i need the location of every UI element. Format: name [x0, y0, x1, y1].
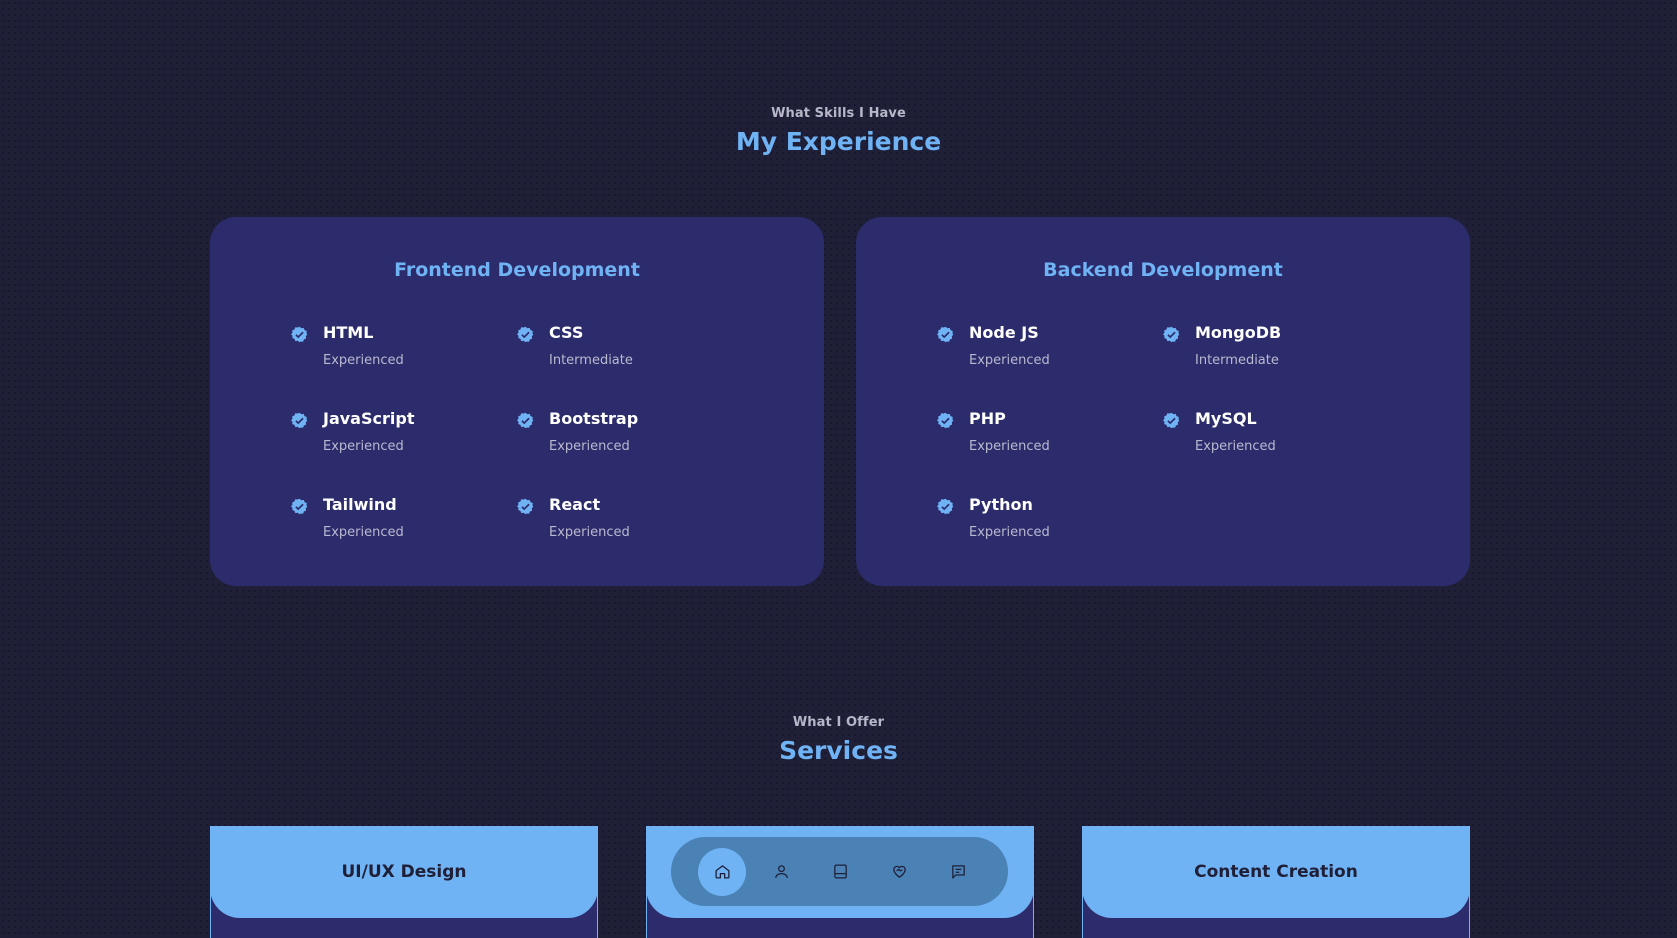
skill-item: Bootstrap Experienced	[517, 404, 717, 464]
experience-subtitle: What Skills I Have	[771, 106, 906, 121]
skill-level: Experienced	[1195, 439, 1276, 454]
user-icon	[774, 865, 788, 878]
nav-experience-button[interactable]	[816, 848, 864, 896]
skill-level: Intermediate	[549, 353, 633, 368]
skill-level: Intermediate	[1195, 353, 1279, 368]
verified-badge-icon	[517, 498, 534, 515]
skill-name: Tailwind	[323, 495, 397, 514]
floating-nav-bar	[671, 837, 1008, 906]
service-card-header	[646, 826, 1034, 918]
skill-item: React Experienced	[517, 490, 717, 550]
service-title: UI/UX Design	[341, 862, 467, 882]
message-icon	[951, 865, 965, 879]
skill-name: Node JS	[969, 323, 1039, 342]
service-card-content-creation: Content Creation	[1082, 826, 1470, 938]
nav-contact-button[interactable]	[934, 848, 982, 896]
skill-level: Experienced	[323, 353, 404, 368]
home-icon	[714, 865, 730, 879]
skill-name: CSS	[549, 323, 584, 342]
skill-item: Node JS Experienced	[937, 318, 1137, 378]
skill-item: MongoDB Intermediate	[1163, 318, 1363, 378]
service-card-header: Content Creation	[1082, 826, 1470, 918]
verified-badge-icon	[291, 326, 308, 343]
frontend-card: Frontend Development HTML Experienced CS…	[210, 217, 824, 586]
skill-item: HTML Experienced	[291, 318, 491, 378]
skill-level: Experienced	[323, 525, 404, 540]
skill-name: PHP	[969, 409, 1006, 428]
services-header: What I Offer Services	[0, 715, 1677, 765]
experience-header: What Skills I Have My Experience	[0, 106, 1677, 156]
service-title: Content Creation	[1194, 862, 1358, 882]
skill-level: Experienced	[323, 439, 404, 454]
nav-home-button[interactable]	[698, 847, 746, 896]
services-title: Services	[779, 736, 898, 765]
verified-badge-icon	[937, 412, 954, 429]
skill-item: Python Experienced	[937, 490, 1137, 550]
skill-item: CSS Intermediate	[517, 318, 717, 378]
skill-name: HTML	[323, 323, 374, 342]
skill-item: PHP Experienced	[937, 404, 1137, 464]
skill-level: Experienced	[549, 439, 630, 454]
book-icon	[833, 864, 847, 879]
skill-level: Experienced	[969, 353, 1050, 368]
heart-handshake-icon	[892, 865, 906, 878]
skill-name: MySQL	[1195, 409, 1257, 428]
verified-badge-icon	[291, 412, 308, 429]
skill-name: React	[549, 495, 601, 514]
service-card-uiux: UI/UX Design	[210, 826, 598, 938]
skill-level: Experienced	[969, 439, 1050, 454]
backend-title: Backend Development	[1043, 259, 1283, 281]
skill-item: MySQL Experienced	[1163, 404, 1363, 464]
skill-name: Python	[969, 495, 1033, 514]
verified-badge-icon	[1163, 326, 1180, 343]
skill-item: Tailwind Experienced	[291, 490, 491, 550]
frontend-title: Frontend Development	[394, 259, 640, 281]
verified-badge-icon	[291, 498, 308, 515]
verified-badge-icon	[937, 498, 954, 515]
skill-name: Bootstrap	[549, 409, 639, 428]
verified-badge-icon	[937, 326, 954, 343]
skill-name: MongoDB	[1195, 323, 1282, 342]
nav-services-button[interactable]	[875, 848, 923, 896]
skill-level: Experienced	[969, 525, 1050, 540]
services-subtitle: What I Offer	[792, 715, 885, 730]
verified-badge-icon	[517, 326, 534, 343]
skill-item: JavaScript Experienced	[291, 404, 491, 464]
service-card-middle	[646, 826, 1034, 938]
page: What Skills I Have My Experience Fronten…	[0, 0, 1677, 938]
skill-name: JavaScript	[323, 409, 415, 428]
nav-about-button[interactable]	[757, 848, 805, 896]
service-card-header: UI/UX Design	[210, 826, 598, 918]
backend-card: Backend Development Node JS Experienced …	[856, 217, 1470, 586]
skill-level: Experienced	[549, 525, 630, 540]
experience-title: My Experience	[735, 127, 942, 156]
verified-badge-icon	[1163, 412, 1180, 429]
verified-badge-icon	[517, 412, 534, 429]
